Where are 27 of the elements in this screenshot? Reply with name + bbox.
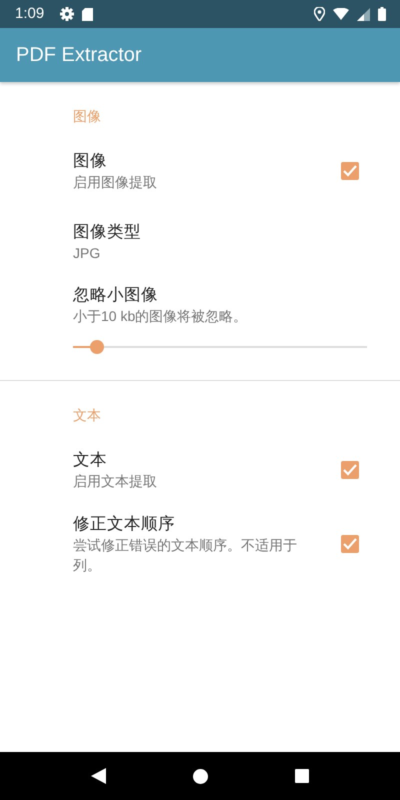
preference-summary: 小于10 kb的图像将被忽略。 [73,307,248,326]
signal-icon [357,8,370,20]
app-title: PDF Extractor [16,43,142,68]
battery-icon [378,7,386,21]
checkbox[interactable] [341,535,359,553]
wifi-icon [333,8,349,20]
checkbox[interactable] [341,461,359,479]
sd-card-icon [82,8,94,20]
preference-title: 文本 [73,451,107,469]
section-title: 文本 [73,407,101,423]
preference-title: 忽略小图像 [73,286,158,304]
checkbox[interactable] [341,162,359,180]
status-time: 1:09 [15,4,44,24]
preference-title: 图像类型 [73,223,141,241]
back-icon[interactable] [91,768,106,784]
preference-value: JPG [73,244,102,263]
slider-thumb[interactable] [90,340,104,354]
preference-summary: 启用文本提取 [73,472,158,491]
preference-title: 修正文本顺序 [73,515,175,533]
location-icon [314,7,325,21]
recents-icon[interactable] [294,769,309,783]
gear-icon [60,7,74,21]
preference-summary: 尝试修正错误的文本顺序。不适用于列。 [73,536,298,575]
preference-summary: 启用图像提取 [73,173,158,192]
home-icon[interactable] [192,768,208,784]
preference-title: 图像 [73,152,107,170]
section-title: 图像 [73,108,101,124]
